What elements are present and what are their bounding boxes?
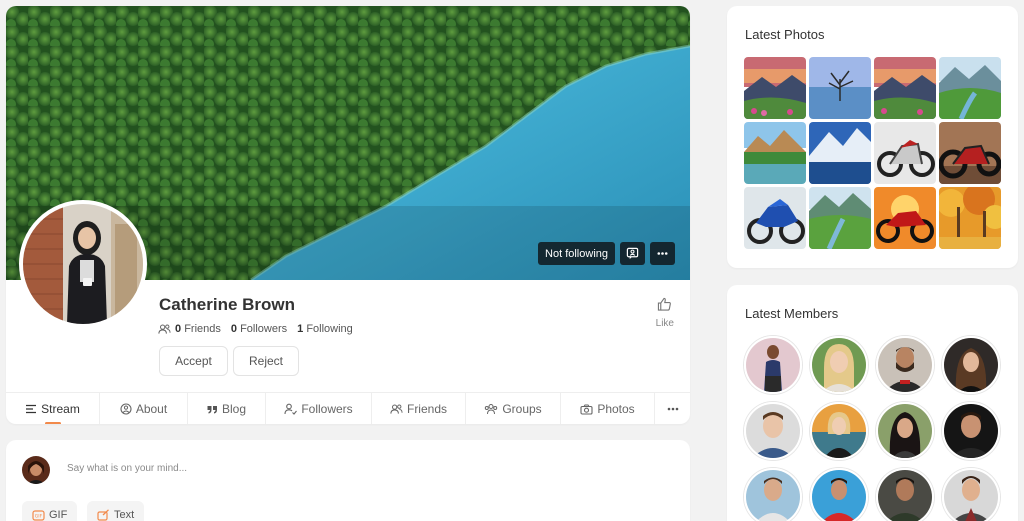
followers-count[interactable]: 0 Followers (231, 323, 287, 335)
svg-text:GIF: GIF (35, 513, 43, 519)
user-follow-icon (284, 403, 298, 415)
member-avatar[interactable] (744, 402, 802, 460)
latest-photos-title: Latest Photos (745, 27, 825, 42)
photo-thumbnail[interactable] (939, 187, 1001, 249)
tab-about[interactable]: About (100, 393, 188, 424)
reject-button[interactable]: Reject (233, 346, 299, 376)
photo-thumbnail[interactable] (874, 187, 936, 249)
tab-groups[interactable]: Groups (466, 393, 561, 424)
current-user-avatar[interactable] (22, 456, 50, 484)
member-grid (744, 336, 1000, 521)
stream-icon (26, 404, 37, 414)
like-button[interactable]: Like (656, 297, 674, 329)
post-composer: Say what is on your mind... GIF GIF Text (6, 440, 690, 521)
text-edit-icon (97, 509, 109, 521)
camera-icon (580, 403, 593, 415)
profile-tabs: Stream About Blog Followers Friends Grou… (6, 392, 690, 424)
gif-icon: GIF (32, 509, 45, 521)
status-input[interactable]: Say what is on your mind... (67, 463, 187, 474)
more-options-button[interactable] (650, 242, 675, 265)
photo-grid (744, 57, 1001, 249)
ellipsis-icon (657, 252, 668, 255)
latest-members-title: Latest Members (745, 306, 839, 321)
gif-button[interactable]: GIF GIF (22, 501, 78, 521)
tabs-more-button[interactable] (655, 393, 690, 424)
thumbs-up-icon (658, 297, 672, 311)
member-avatar[interactable] (810, 402, 868, 460)
photo-thumbnail[interactable] (809, 187, 871, 249)
member-avatar[interactable] (942, 468, 1000, 521)
following-count[interactable]: 1 Following (297, 323, 353, 335)
message-icon (626, 247, 639, 260)
friends-count[interactable]: 0 Friends (175, 323, 221, 335)
member-avatar[interactable] (810, 468, 868, 521)
quote-icon (207, 405, 217, 413)
photo-thumbnail[interactable] (809, 122, 871, 184)
member-avatar[interactable] (810, 336, 868, 394)
profile-avatar[interactable] (19, 200, 147, 328)
profile-card: Not following Catherine Brown 0 Friends … (6, 6, 690, 424)
accept-button[interactable]: Accept (159, 346, 228, 376)
photo-thumbnail[interactable] (809, 57, 871, 119)
member-avatar[interactable] (876, 468, 934, 521)
profile-stats: 0 Friends 0 Followers 1 Following (158, 323, 359, 335)
photo-thumbnail[interactable] (939, 122, 1001, 184)
photo-thumbnail[interactable] (874, 122, 936, 184)
ellipsis-icon (667, 407, 678, 411)
photo-thumbnail[interactable] (744, 57, 806, 119)
message-button[interactable] (620, 242, 645, 265)
member-avatar[interactable] (876, 336, 934, 394)
member-avatar[interactable] (744, 336, 802, 394)
member-avatar[interactable] (942, 402, 1000, 460)
tab-stream[interactable]: Stream (6, 393, 100, 424)
text-post-button[interactable]: Text (87, 501, 145, 521)
photo-thumbnail[interactable] (744, 122, 806, 184)
photo-thumbnail[interactable] (939, 57, 1001, 119)
member-avatar[interactable] (942, 336, 1000, 394)
users-icon (390, 404, 403, 414)
member-avatar[interactable] (876, 402, 934, 460)
tab-friends[interactable]: Friends (372, 393, 466, 424)
like-label: Like (655, 318, 674, 329)
users-icon (158, 324, 171, 334)
tab-blog[interactable]: Blog (188, 393, 266, 424)
latest-photos-widget: Latest Photos (727, 6, 1018, 268)
latest-members-widget: Latest Members (727, 285, 1018, 521)
follow-status-button[interactable]: Not following (538, 242, 615, 265)
cover-actions: Not following (538, 242, 675, 265)
photo-thumbnail[interactable] (874, 57, 936, 119)
tab-photos[interactable]: Photos (561, 393, 655, 424)
group-icon (485, 404, 498, 415)
user-circle-icon (120, 403, 132, 415)
member-avatar[interactable] (744, 468, 802, 521)
tab-followers[interactable]: Followers (266, 393, 372, 424)
photo-thumbnail[interactable] (744, 187, 806, 249)
profile-name: Catherine Brown (159, 295, 296, 314)
